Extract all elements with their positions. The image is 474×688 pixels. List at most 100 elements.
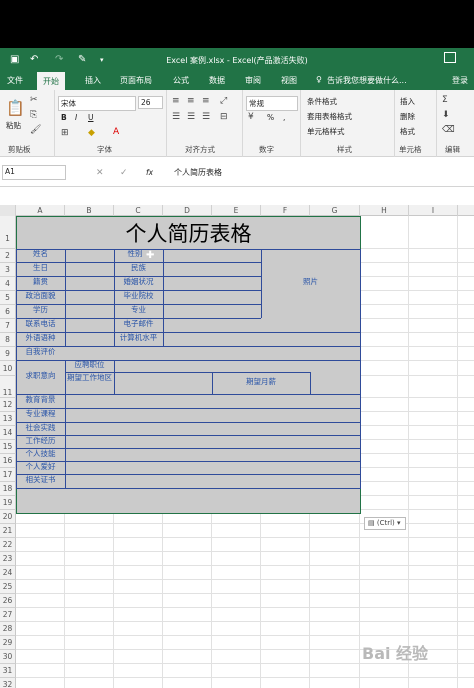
cancel-icon[interactable]: ✕ bbox=[96, 168, 104, 178]
insert-function-button[interactable]: fx bbox=[146, 168, 153, 177]
login-link[interactable]: 登录 bbox=[452, 75, 468, 86]
row-header[interactable]: 26 bbox=[0, 594, 16, 608]
number-format-select[interactable]: 常规 bbox=[246, 96, 298, 111]
copy-icon[interactable]: ⎘ bbox=[30, 110, 37, 120]
format-cells-button[interactable]: 格式 bbox=[400, 126, 415, 137]
row-header[interactable]: 22 bbox=[0, 538, 16, 552]
row-header[interactable]: 17 bbox=[0, 468, 16, 482]
autosum-icon[interactable]: Σ bbox=[442, 95, 448, 105]
delete-cells-button[interactable]: 删除 bbox=[400, 111, 415, 122]
font-color-icon[interactable]: A bbox=[113, 127, 119, 137]
currency-icon[interactable]: ¥ bbox=[248, 112, 254, 122]
fill-color-icon[interactable]: ◆ bbox=[88, 128, 95, 138]
row-header[interactable]: 25 bbox=[0, 580, 16, 594]
tab-page-layout[interactable]: 页面布局 bbox=[120, 75, 152, 86]
col-header-C[interactable]: C bbox=[114, 205, 163, 216]
conditional-format-button[interactable]: 条件格式 bbox=[307, 96, 337, 107]
col-header-I[interactable]: I bbox=[409, 205, 458, 216]
row-header[interactable]: 19 bbox=[0, 496, 16, 510]
cell-styles-button[interactable]: 单元格样式 bbox=[307, 126, 345, 137]
tab-file[interactable]: 文件 bbox=[7, 75, 23, 86]
align-center-icon[interactable]: ☰ bbox=[187, 112, 195, 122]
percent-button[interactable]: % bbox=[267, 113, 274, 122]
row-header[interactable]: 30 bbox=[0, 650, 16, 664]
tab-home[interactable]: 开始 bbox=[37, 72, 65, 90]
row-header[interactable]: 9 bbox=[0, 347, 16, 361]
row-header[interactable]: 10 bbox=[0, 361, 16, 376]
underline-button[interactable]: U bbox=[88, 113, 94, 122]
col-header-E[interactable]: E bbox=[212, 205, 261, 216]
table-border bbox=[16, 461, 361, 462]
row-header[interactable]: 18 bbox=[0, 482, 16, 496]
font-name-select[interactable]: 宋体 bbox=[58, 96, 136, 111]
col-header-B[interactable]: B bbox=[65, 205, 114, 216]
row-header[interactable]: 21 bbox=[0, 524, 16, 538]
insert-cells-button[interactable]: 插入 bbox=[400, 96, 415, 107]
select-all-corner[interactable] bbox=[0, 205, 16, 216]
comma-button[interactable]: , bbox=[283, 113, 285, 122]
fill-icon[interactable]: ⬇ bbox=[442, 110, 450, 120]
label-location: 期望工作地区 bbox=[67, 373, 112, 382]
borders-icon[interactable]: ⊞ bbox=[61, 128, 69, 138]
font-size-select[interactable]: 26 bbox=[138, 96, 163, 109]
row-header[interactable]: 27 bbox=[0, 608, 16, 622]
merge-center-icon[interactable]: ⊟ bbox=[220, 112, 228, 122]
paste-icon[interactable]: 📋 bbox=[6, 100, 25, 116]
col-header-G[interactable]: G bbox=[310, 205, 360, 216]
formula-content[interactable]: 个人简历表格 bbox=[174, 167, 222, 178]
label-education: 学历 bbox=[33, 305, 48, 314]
row-header[interactable]: 12 bbox=[0, 398, 16, 412]
row-header[interactable]: 28 bbox=[0, 622, 16, 636]
paste-button[interactable]: 粘贴 bbox=[6, 120, 21, 131]
align-right-icon[interactable]: ☰ bbox=[202, 112, 210, 122]
col-header-F[interactable]: F bbox=[261, 205, 310, 216]
row-header[interactable]: 14 bbox=[0, 426, 16, 440]
ribbon-display-icon[interactable] bbox=[444, 52, 456, 63]
row-header[interactable]: 5 bbox=[0, 291, 16, 305]
row-header[interactable]: 3 bbox=[0, 263, 16, 277]
orientation-icon[interactable]: ⤢ bbox=[220, 96, 227, 106]
row-header[interactable]: 6 bbox=[0, 305, 16, 319]
row-header[interactable]: 23 bbox=[0, 552, 16, 566]
paste-options-button[interactable]: ▤ (Ctrl) ▾ bbox=[364, 517, 406, 530]
table-border bbox=[65, 394, 66, 488]
tab-formulas[interactable]: 公式 bbox=[173, 75, 189, 86]
align-bottom-icon[interactable]: ≡ bbox=[202, 96, 210, 106]
align-middle-icon[interactable]: ≡ bbox=[187, 96, 195, 106]
clear-icon[interactable]: ⌫ bbox=[442, 125, 455, 135]
ribbon: 📋 粘贴 ✂ ⎘ 🖌 剪贴板 宋体 26 B I U ⊞ ◆ A 字体 ≡ ≡ … bbox=[0, 90, 474, 157]
row-header[interactable]: 13 bbox=[0, 412, 16, 426]
format-painter-icon[interactable]: 🖌 bbox=[30, 125, 41, 135]
bold-button[interactable]: B bbox=[61, 113, 67, 122]
format-as-table-button[interactable]: 套用表格格式 bbox=[307, 111, 352, 122]
col-header-H[interactable]: H bbox=[360, 205, 409, 216]
row-header[interactable]: 4 bbox=[0, 277, 16, 291]
row-header[interactable]: 20 bbox=[0, 510, 16, 524]
row-header[interactable]: 16 bbox=[0, 454, 16, 468]
tell-me-box[interactable]: 告诉我您想要做什么... bbox=[327, 75, 407, 86]
tab-review[interactable]: 审阅 bbox=[245, 75, 261, 86]
name-box[interactable]: A1 bbox=[2, 165, 66, 180]
tab-data[interactable]: 数据 bbox=[209, 75, 225, 86]
col-header-D[interactable]: D bbox=[163, 205, 212, 216]
row-header[interactable]: 31 bbox=[0, 664, 16, 678]
row-header[interactable]: 2 bbox=[0, 249, 16, 263]
worksheet[interactable]: A B C D E F G H I 1 2 3 4 5 6 7 8 9 10 11 12 13 14 15 1… bbox=[0, 187, 474, 688]
row-header[interactable]: 1 bbox=[0, 216, 16, 249]
enter-icon[interactable]: ✓ bbox=[120, 168, 128, 178]
align-left-icon[interactable]: ☰ bbox=[172, 112, 180, 122]
tab-view[interactable]: 视图 bbox=[281, 75, 297, 86]
row-header[interactable]: 11 bbox=[0, 376, 16, 398]
row-header[interactable]: 8 bbox=[0, 333, 16, 347]
italic-button[interactable]: I bbox=[75, 113, 77, 122]
cut-icon[interactable]: ✂ bbox=[30, 95, 38, 105]
table-border bbox=[310, 372, 311, 394]
row-header[interactable]: 32 bbox=[0, 678, 16, 688]
tab-insert[interactable]: 插入 bbox=[85, 75, 101, 86]
row-header[interactable]: 15 bbox=[0, 440, 16, 454]
col-header-A[interactable]: A bbox=[16, 205, 65, 216]
row-header[interactable]: 29 bbox=[0, 636, 16, 650]
align-top-icon[interactable]: ≡ bbox=[172, 96, 180, 106]
row-header[interactable]: 7 bbox=[0, 319, 16, 333]
row-header[interactable]: 24 bbox=[0, 566, 16, 580]
